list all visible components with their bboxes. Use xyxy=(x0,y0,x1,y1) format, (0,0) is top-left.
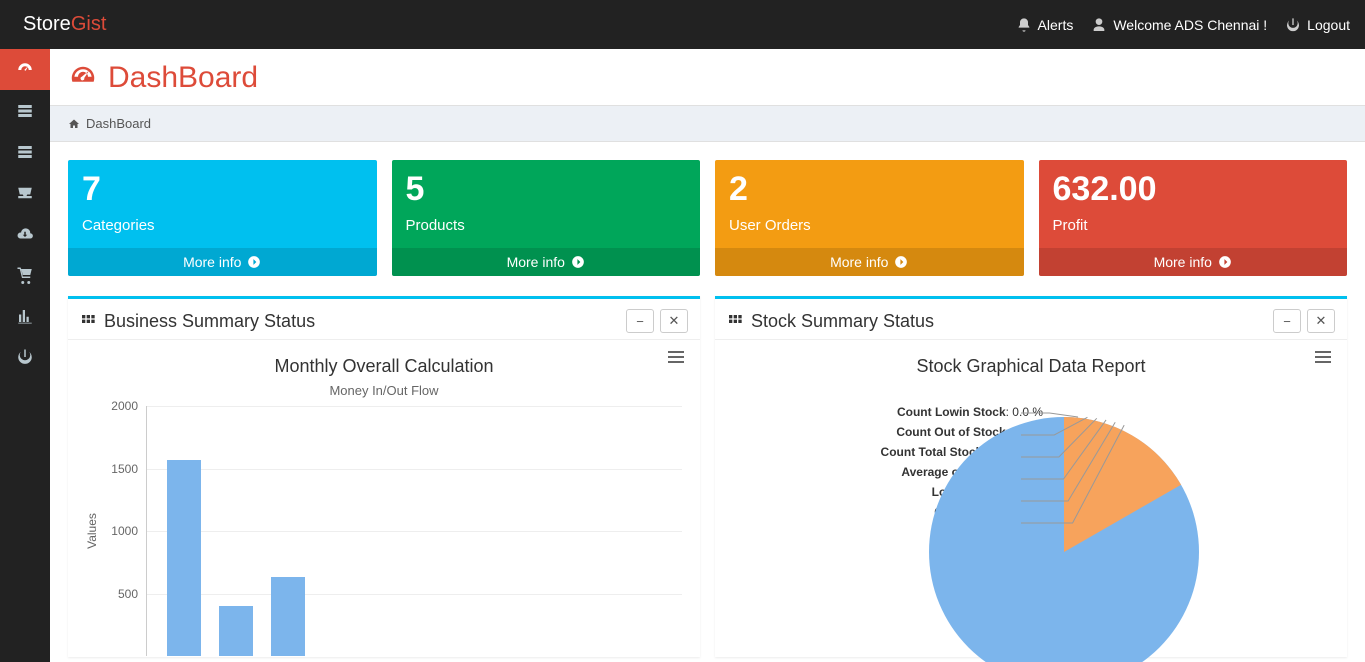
plot-area xyxy=(146,406,682,656)
panel-title: Stock Summary Status xyxy=(727,311,934,332)
home-icon xyxy=(68,118,80,130)
breadcrumb-item[interactable]: DashBoard xyxy=(86,116,151,131)
bar xyxy=(271,577,305,656)
grid-icon xyxy=(80,313,96,329)
y-axis-label: Values xyxy=(85,513,99,549)
page-header: DashBoard xyxy=(50,49,1365,105)
pie-chart: Stock Graphical Data Report Count Lowin … xyxy=(715,340,1347,657)
panel-stock: Stock Summary Status − ✕ Stock Graphical… xyxy=(715,296,1347,657)
sidebar-item-grid2[interactable] xyxy=(0,131,50,172)
bar xyxy=(219,606,253,656)
panel-title-text: Business Summary Status xyxy=(104,311,315,332)
stat-label: User Orders xyxy=(729,217,1010,234)
arrow-circle-icon xyxy=(247,255,261,269)
breadcrumb: DashBoard xyxy=(50,105,1365,142)
panel-head: Stock Summary Status − ✕ xyxy=(715,299,1347,340)
panel-title-text: Stock Summary Status xyxy=(751,311,934,332)
cloud-down-icon xyxy=(16,225,34,243)
table-icon xyxy=(16,143,34,161)
y-axis: Values 500100015002000 xyxy=(86,406,146,656)
brand-logo[interactable]: StoreGist xyxy=(23,13,106,36)
bar xyxy=(167,460,201,656)
more-info-link[interactable]: More info xyxy=(715,248,1024,276)
chart-menu-button[interactable] xyxy=(668,348,684,366)
stat-row: 7 Categories More info 5 Products More i… xyxy=(68,160,1347,276)
user-icon xyxy=(1091,17,1107,33)
grid-icon xyxy=(727,313,743,329)
dashboard-icon xyxy=(16,61,34,79)
panel-tools: − ✕ xyxy=(1273,309,1335,333)
close-button[interactable]: ✕ xyxy=(660,309,688,333)
panel-head: Business Summary Status − ✕ xyxy=(68,299,700,340)
welcome-label: Welcome ADS Chennai ! xyxy=(1113,17,1267,33)
sidebar-item-inbox[interactable] xyxy=(0,172,50,213)
sidebar-item-cloud[interactable] xyxy=(0,213,50,254)
logout-link[interactable]: Logout xyxy=(1285,17,1350,33)
chart-menu-button[interactable] xyxy=(1315,348,1331,366)
stat-box-user orders: 2 User Orders More info xyxy=(715,160,1024,276)
stat-box-products: 5 Products More info xyxy=(392,160,701,276)
stat-value: 5 xyxy=(406,170,687,209)
top-header: StoreGist Alerts Welcome ADS Chennai ! L… xyxy=(0,0,1365,49)
collapse-button[interactable]: − xyxy=(626,309,654,333)
more-info-link[interactable]: More info xyxy=(392,248,701,276)
stat-box-categories: 7 Categories More info xyxy=(68,160,377,276)
close-button[interactable]: ✕ xyxy=(1307,309,1335,333)
stat-box-profit: 632.00 Profit More info xyxy=(1039,160,1348,276)
brand-b: Gist xyxy=(71,13,107,35)
arrow-circle-icon xyxy=(1218,255,1232,269)
cart-icon xyxy=(16,266,34,284)
pie-holder xyxy=(929,417,1199,662)
stat-value: 632.00 xyxy=(1053,170,1334,209)
more-info-link[interactable]: More info xyxy=(1039,248,1348,276)
inbox-icon xyxy=(16,184,34,202)
power-icon xyxy=(16,348,34,366)
table-icon xyxy=(16,102,34,120)
sidebar-item-grid1[interactable] xyxy=(0,90,50,131)
collapse-button[interactable]: − xyxy=(1273,309,1301,333)
bell-icon xyxy=(1016,17,1032,33)
power-icon xyxy=(1285,17,1301,33)
welcome-link[interactable]: Welcome ADS Chennai ! xyxy=(1091,17,1267,33)
sidebar-item-cart[interactable] xyxy=(0,254,50,295)
stat-label: Profit xyxy=(1053,217,1334,234)
sidebar xyxy=(0,49,50,662)
sidebar-item-chart[interactable] xyxy=(0,295,50,336)
arrow-circle-icon xyxy=(894,255,908,269)
page-title: DashBoard xyxy=(108,61,258,95)
chart-title: Stock Graphical Data Report xyxy=(733,356,1329,377)
brand-a: Store xyxy=(23,13,71,35)
header-right: Alerts Welcome ADS Chennai ! Logout xyxy=(1016,17,1350,33)
arrow-circle-icon xyxy=(571,255,585,269)
panel-tools: − ✕ xyxy=(626,309,688,333)
content: 7 Categories More info 5 Products More i… xyxy=(50,142,1365,662)
stat-label: Categories xyxy=(82,217,363,234)
alerts-label: Alerts xyxy=(1038,17,1074,33)
stat-value: 2 xyxy=(729,170,1010,209)
sidebar-item-power[interactable] xyxy=(0,336,50,377)
panel-title: Business Summary Status xyxy=(80,311,315,332)
sidebar-item-dashboard[interactable] xyxy=(0,49,50,90)
bar-chart: Monthly Overall Calculation Money In/Out… xyxy=(68,340,700,656)
pie-svg xyxy=(929,417,1199,662)
logout-label: Logout xyxy=(1307,17,1350,33)
panel-row: Business Summary Status − ✕ Monthly Over… xyxy=(68,296,1347,657)
stat-value: 7 xyxy=(82,170,363,209)
dashboard-icon xyxy=(68,63,98,93)
more-info-link[interactable]: More info xyxy=(68,248,377,276)
chart-title: Monthly Overall Calculation xyxy=(86,356,682,377)
chart-subtitle: Money In/Out Flow xyxy=(86,383,682,398)
panel-business: Business Summary Status − ✕ Monthly Over… xyxy=(68,296,700,657)
barchart-icon xyxy=(16,307,34,325)
stat-label: Products xyxy=(406,217,687,234)
main-content: DashBoard DashBoard 7 Categories More in… xyxy=(50,49,1365,662)
alerts-link[interactable]: Alerts xyxy=(1016,17,1074,33)
